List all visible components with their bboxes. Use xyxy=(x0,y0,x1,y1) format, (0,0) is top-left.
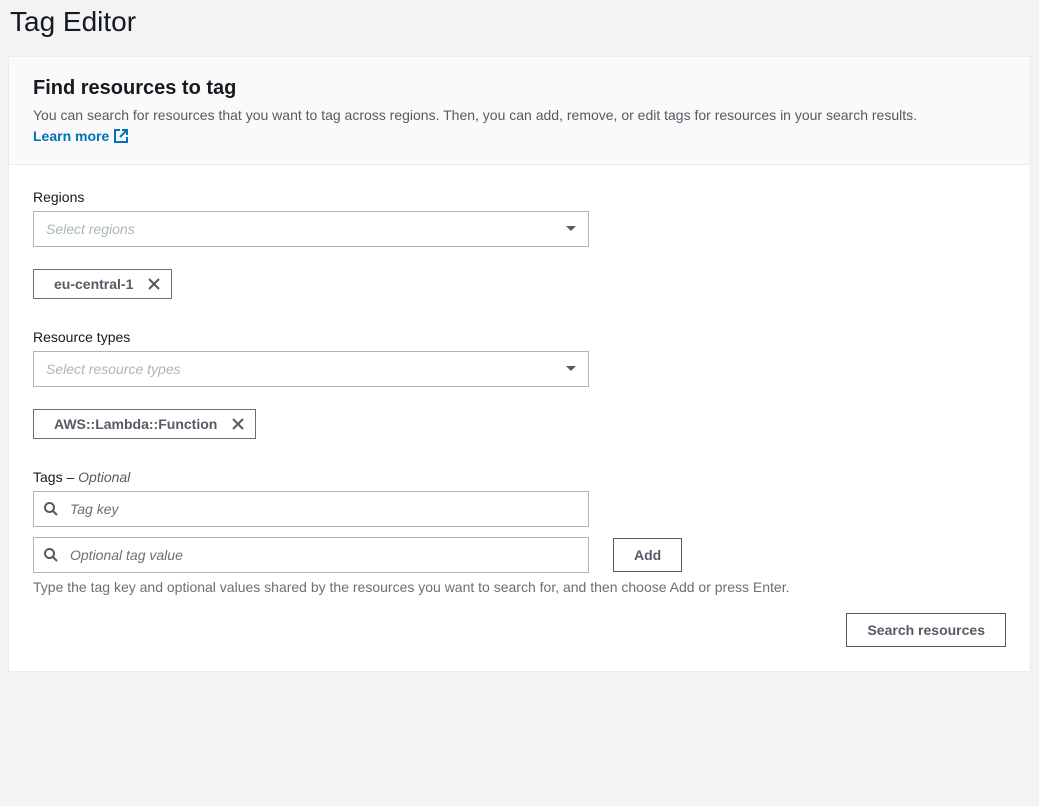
close-icon[interactable] xyxy=(147,277,161,291)
add-button[interactable]: Add xyxy=(613,538,682,572)
actions-row: Search resources xyxy=(33,613,1006,647)
learn-more-label: Learn more xyxy=(33,128,109,144)
resource-types-placeholder: Select resource types xyxy=(46,361,566,377)
find-resources-card: Find resources to tag You can search for… xyxy=(8,56,1031,672)
regions-chip-row: eu-central-1 xyxy=(33,269,1006,299)
card-description: You can search for resources that you wa… xyxy=(33,106,1006,126)
tags-label-prefix: Tags – xyxy=(33,469,78,485)
tag-key-wrap xyxy=(33,491,589,527)
resource-types-chip-row: AWS::Lambda::Function xyxy=(33,409,1006,439)
close-icon[interactable] xyxy=(231,417,245,431)
tags-help-text: Type the tag key and optional values sha… xyxy=(33,579,1006,595)
tag-value-wrap xyxy=(33,537,589,573)
regions-select[interactable]: Select regions xyxy=(33,211,589,247)
search-resources-button[interactable]: Search resources xyxy=(846,613,1006,647)
learn-more-link[interactable]: Learn more xyxy=(33,128,129,144)
resource-types-label: Resource types xyxy=(33,329,1006,345)
tags-label: Tags – Optional xyxy=(33,469,1006,485)
card-title: Find resources to tag xyxy=(33,77,1006,100)
chevron-down-icon xyxy=(566,366,576,371)
resource-type-chip: AWS::Lambda::Function xyxy=(33,409,256,439)
regions-field: Regions Select regions eu-central-1 xyxy=(33,189,1006,299)
tag-value-row: Add xyxy=(33,537,1006,573)
card-header: Find resources to tag You can search for… xyxy=(9,57,1030,165)
region-chip: eu-central-1 xyxy=(33,269,172,299)
page-title: Tag Editor xyxy=(0,0,1039,56)
search-icon xyxy=(43,501,59,517)
card-body: Regions Select regions eu-central-1 Reso… xyxy=(9,165,1030,671)
search-icon xyxy=(43,547,59,563)
tag-key-input[interactable] xyxy=(33,491,589,527)
regions-placeholder: Select regions xyxy=(46,221,566,237)
resource-type-chip-label: AWS::Lambda::Function xyxy=(54,416,217,432)
regions-label: Regions xyxy=(33,189,1006,205)
chevron-down-icon xyxy=(566,226,576,231)
region-chip-label: eu-central-1 xyxy=(54,276,133,292)
external-link-icon xyxy=(113,128,129,144)
tags-label-optional: Optional xyxy=(78,469,130,485)
tags-field: Tags – Optional Add Ty xyxy=(33,469,1006,595)
resource-types-field: Resource types Select resource types AWS… xyxy=(33,329,1006,439)
resource-types-select[interactable]: Select resource types xyxy=(33,351,589,387)
tag-value-input[interactable] xyxy=(33,537,589,573)
